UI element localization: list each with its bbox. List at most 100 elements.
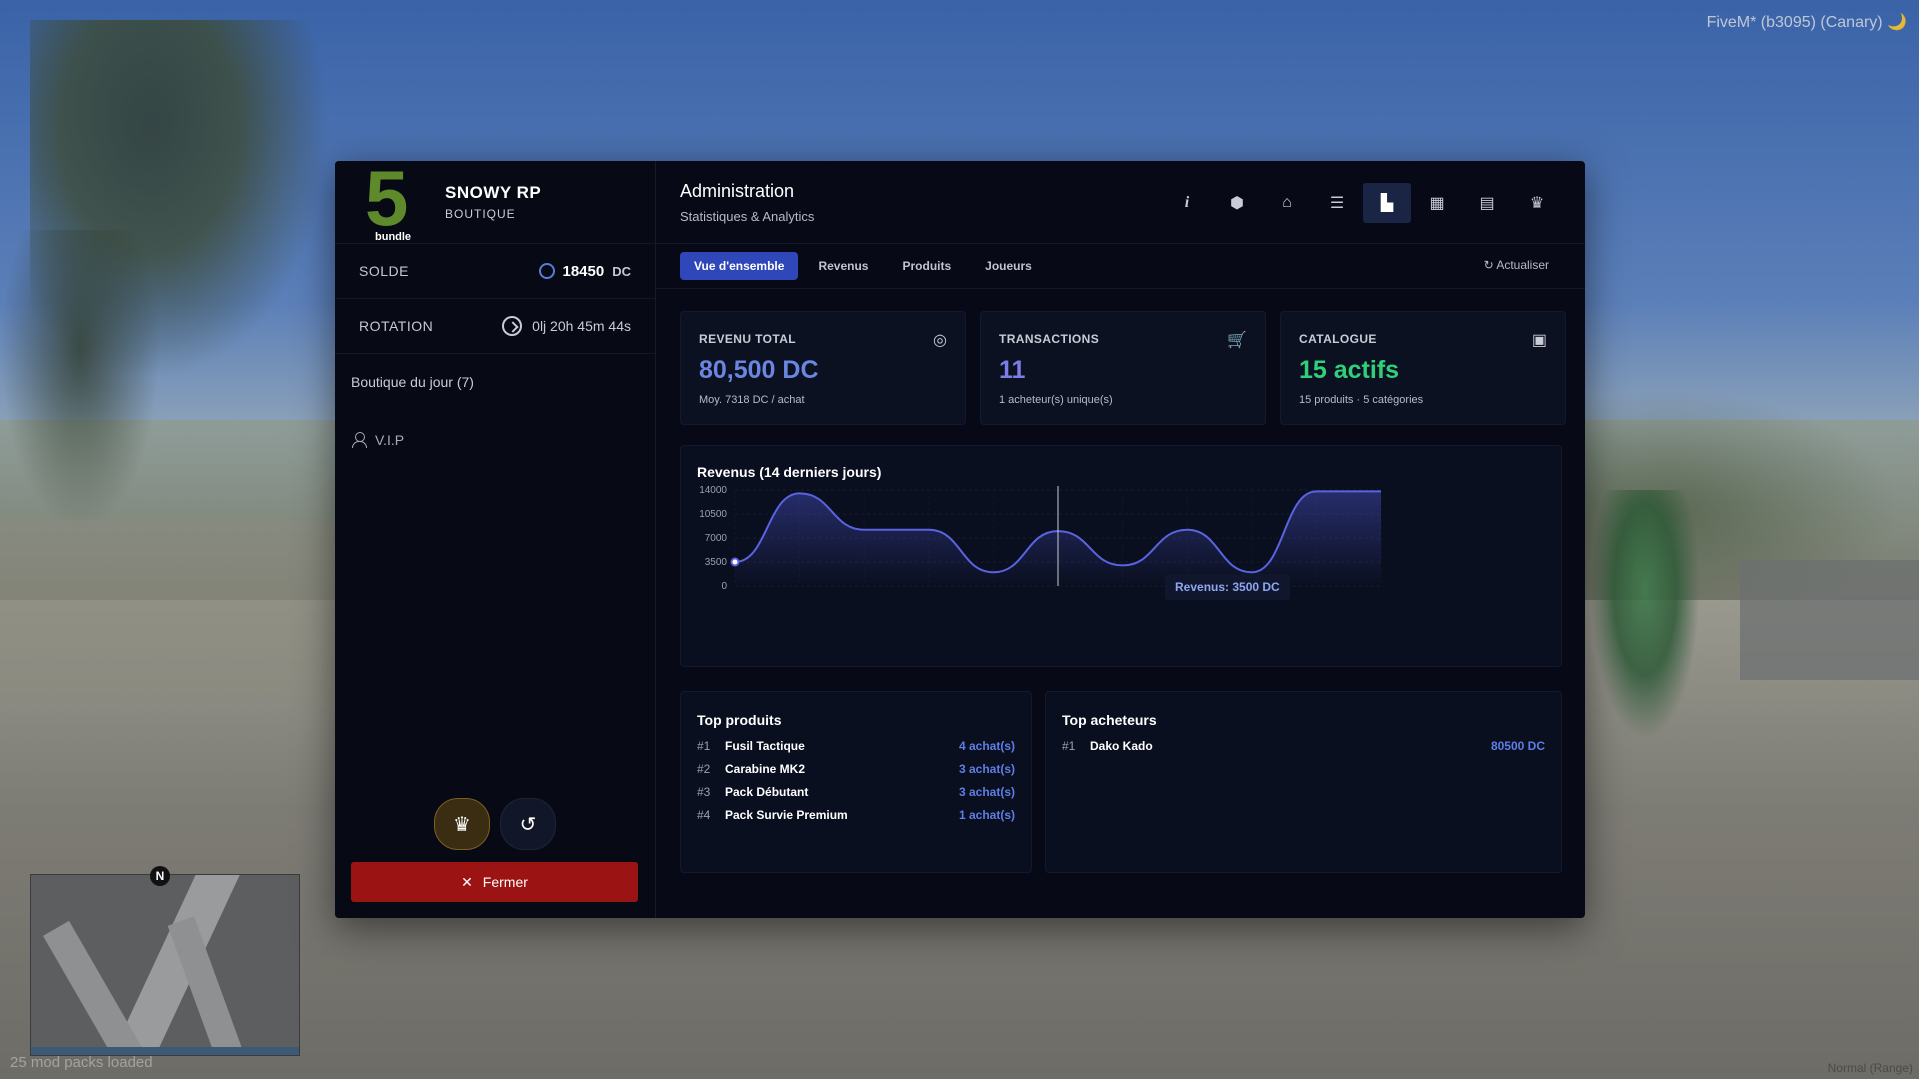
stat-card-value: 15 actifs (1299, 356, 1400, 384)
document-tool-button[interactable]: ▤ (1463, 183, 1511, 223)
list-rank: #1 (697, 739, 711, 753)
list-value: 3 achat(s) (958, 762, 1015, 776)
balance-unit: DC (612, 263, 631, 279)
minimap (30, 874, 300, 1056)
admin-header: Administration Statistiques & Analytics … (656, 161, 1585, 244)
brand-logo: 5 bundle (365, 161, 425, 243)
list-rank: #2 (697, 762, 711, 776)
list-tool-button[interactable]: ☰ (1313, 183, 1361, 223)
list-name: Fusil Tactique (725, 739, 805, 753)
box-tool-button[interactable]: ⬢ (1213, 183, 1261, 223)
rotation-refresh-icon (502, 316, 523, 336)
list-item: #1 Dako Kado 80500 DC (1062, 736, 1545, 756)
stat-card-subtext: Moy. 7318 DC / achat (699, 394, 805, 406)
stat-card: TRANSACTIONS 11 1 acheteur(s) unique(s) 🛒 (980, 311, 1266, 425)
rotation-label: ROTATION (359, 318, 434, 334)
list-name: Carabine MK2 (725, 762, 806, 776)
chart-icon: ▙ (1380, 195, 1394, 212)
tab-bar: Vue d'ensemble Revenus Produits Joueurs … (656, 244, 1585, 289)
sidebar: 5 bundle SNOWY RP BOUTIQUE SOLDE 18450 D… (335, 161, 656, 918)
stat-cards: REVENU TOTAL 80,500 DC Moy. 7318 DC / acha… (680, 311, 1566, 425)
list-rank: #4 (697, 808, 711, 822)
tab-overview[interactable]: Vue d'ensemble (680, 252, 799, 280)
brand-subtitle: BOUTIQUE (445, 207, 516, 221)
brand-name: SNOWY RP (445, 183, 542, 202)
background-person (1590, 490, 1700, 740)
calendar-icon: ▣ (1531, 332, 1547, 349)
logo-number: 5 (365, 161, 409, 242)
crown-icon: ♛ (453, 813, 471, 836)
sidebar-item-vip[interactable]: V.I.P (335, 390, 655, 448)
stat-card-subtext: 15 produits · 5 catégories (1299, 394, 1424, 406)
coin-icon (538, 263, 555, 279)
list-item: #4 Pack Survie Premium 1 achat(s) (697, 805, 1015, 825)
tab-revenue[interactable]: Revenus (804, 252, 882, 280)
list-item: #2 Carabine MK2 3 achat(s) (697, 759, 1015, 779)
sidebar-item-shop-of-day[interactable]: Boutique du jour (7) (335, 354, 655, 390)
tab-players[interactable]: Joueurs (971, 252, 1046, 280)
bank-icon: ⌂ (1282, 194, 1292, 211)
calendar-tool-button[interactable]: ▦ (1413, 183, 1461, 223)
list-name: Pack Survie Premium (725, 808, 848, 822)
revenue-chart: Revenus (14 derniers jours) 14000 10500 70… (680, 445, 1562, 667)
user-icon (351, 432, 367, 448)
stat-card-label: REVENU TOTAL (699, 332, 797, 346)
stat-card-label: CATALOGUE (1299, 332, 1377, 346)
tab-products[interactable]: Produits (888, 252, 965, 280)
history-button[interactable]: ↺ (500, 798, 556, 850)
mods-loaded-label: 25 mod packs loaded (10, 1054, 153, 1071)
list-value: 3 achat(s) (958, 785, 1015, 799)
history-icon: ↺ (519, 813, 537, 836)
corner-status-label: Normal (Range) (1827, 1061, 1913, 1075)
crown-button[interactable]: ♛ (434, 798, 490, 850)
sidebar-actions: ♛ ↺ (434, 798, 556, 850)
list-item: #3 Pack Débutant 3 achat(s) (697, 782, 1015, 802)
balance-value: 18450 (562, 262, 605, 280)
refresh-icon: ↻ (1483, 258, 1494, 272)
stat-card-value: 11 (999, 356, 1026, 384)
stat-card-value: 80,500 DC (699, 356, 819, 384)
chart-y-tick-label: 14000 (699, 485, 727, 496)
rotation-value-group: 0lj 20h 45m 44s (502, 316, 631, 336)
stat-card-subtext: 1 acheteur(s) unique(s) (999, 394, 1113, 406)
list-value: 1 achat(s) (958, 808, 1015, 822)
crown-icon: ♛ (1529, 195, 1545, 212)
refresh-label: Actualiser (1496, 258, 1549, 272)
page-subtitle: Statistiques & Analytics (680, 209, 815, 224)
fivem-version-label: FiveM* (b3095) (Canary) 🌙 (1706, 14, 1907, 31)
top-buyers-title: Top acheteurs (1062, 712, 1157, 728)
list-icon: ☰ (1329, 195, 1345, 212)
chart-y-tick-label: 7000 (705, 533, 728, 544)
stat-card: CATALOGUE 15 actifs 15 produits · 5 catégo… (1280, 311, 1566, 425)
main-content: Administration Statistiques & Analytics … (656, 161, 1585, 918)
close-icon: ✕ (461, 873, 473, 890)
chart-data-point[interactable] (730, 557, 740, 567)
list-name: Dako Kado (1090, 739, 1153, 753)
info-icon: i (1184, 194, 1190, 211)
refresh-button[interactable]: ↻ Actualiser (1484, 258, 1549, 272)
bank-tool-button[interactable]: ⌂ (1263, 183, 1311, 223)
list-value: 80500 DC (1490, 739, 1545, 753)
close-button[interactable]: ✕ Fermer (351, 862, 638, 902)
close-label: Fermer (482, 874, 528, 890)
calendar-icon: ▦ (1429, 195, 1445, 212)
crown-tool-button[interactable]: ♛ (1513, 183, 1561, 223)
shop-panel: 5 bundle SNOWY RP BOUTIQUE SOLDE 18450 D… (335, 161, 1585, 918)
top-buyers-panel: Top acheteurs #1 Dako Kado 80500 DC (1045, 691, 1562, 873)
brand-header: 5 bundle SNOWY RP BOUTIQUE (335, 161, 655, 244)
list-value: 4 achat(s) (958, 739, 1015, 753)
info-tool-button[interactable]: i (1163, 183, 1211, 223)
chart-tooltip: Revenus: 3500 DC (1165, 574, 1290, 600)
vip-label: V.I.P (375, 432, 405, 448)
top-products-panel: Top produits #1 Fusil Tactique 4 achat(s) #… (680, 691, 1032, 873)
stat-card: REVENU TOTAL 80,500 DC Moy. 7318 DC / acha… (680, 311, 966, 425)
list-name: Pack Débutant (725, 785, 809, 799)
chart-y-tick-label: 3500 (705, 557, 728, 568)
chart-y-tick-label: 0 (721, 581, 727, 592)
admin-toolbar: i ⬢ ⌂ ☰ ▙ ▦ ▤ ♛ (1163, 183, 1561, 223)
chart-tool-button[interactable]: ▙ (1363, 183, 1411, 223)
rotation-timer: 0lj 20h 45m 44s (532, 318, 631, 334)
cart-icon: 🛒 (1227, 332, 1247, 349)
document-icon: ▤ (1479, 195, 1495, 212)
logo-caption: bundle (375, 231, 412, 243)
